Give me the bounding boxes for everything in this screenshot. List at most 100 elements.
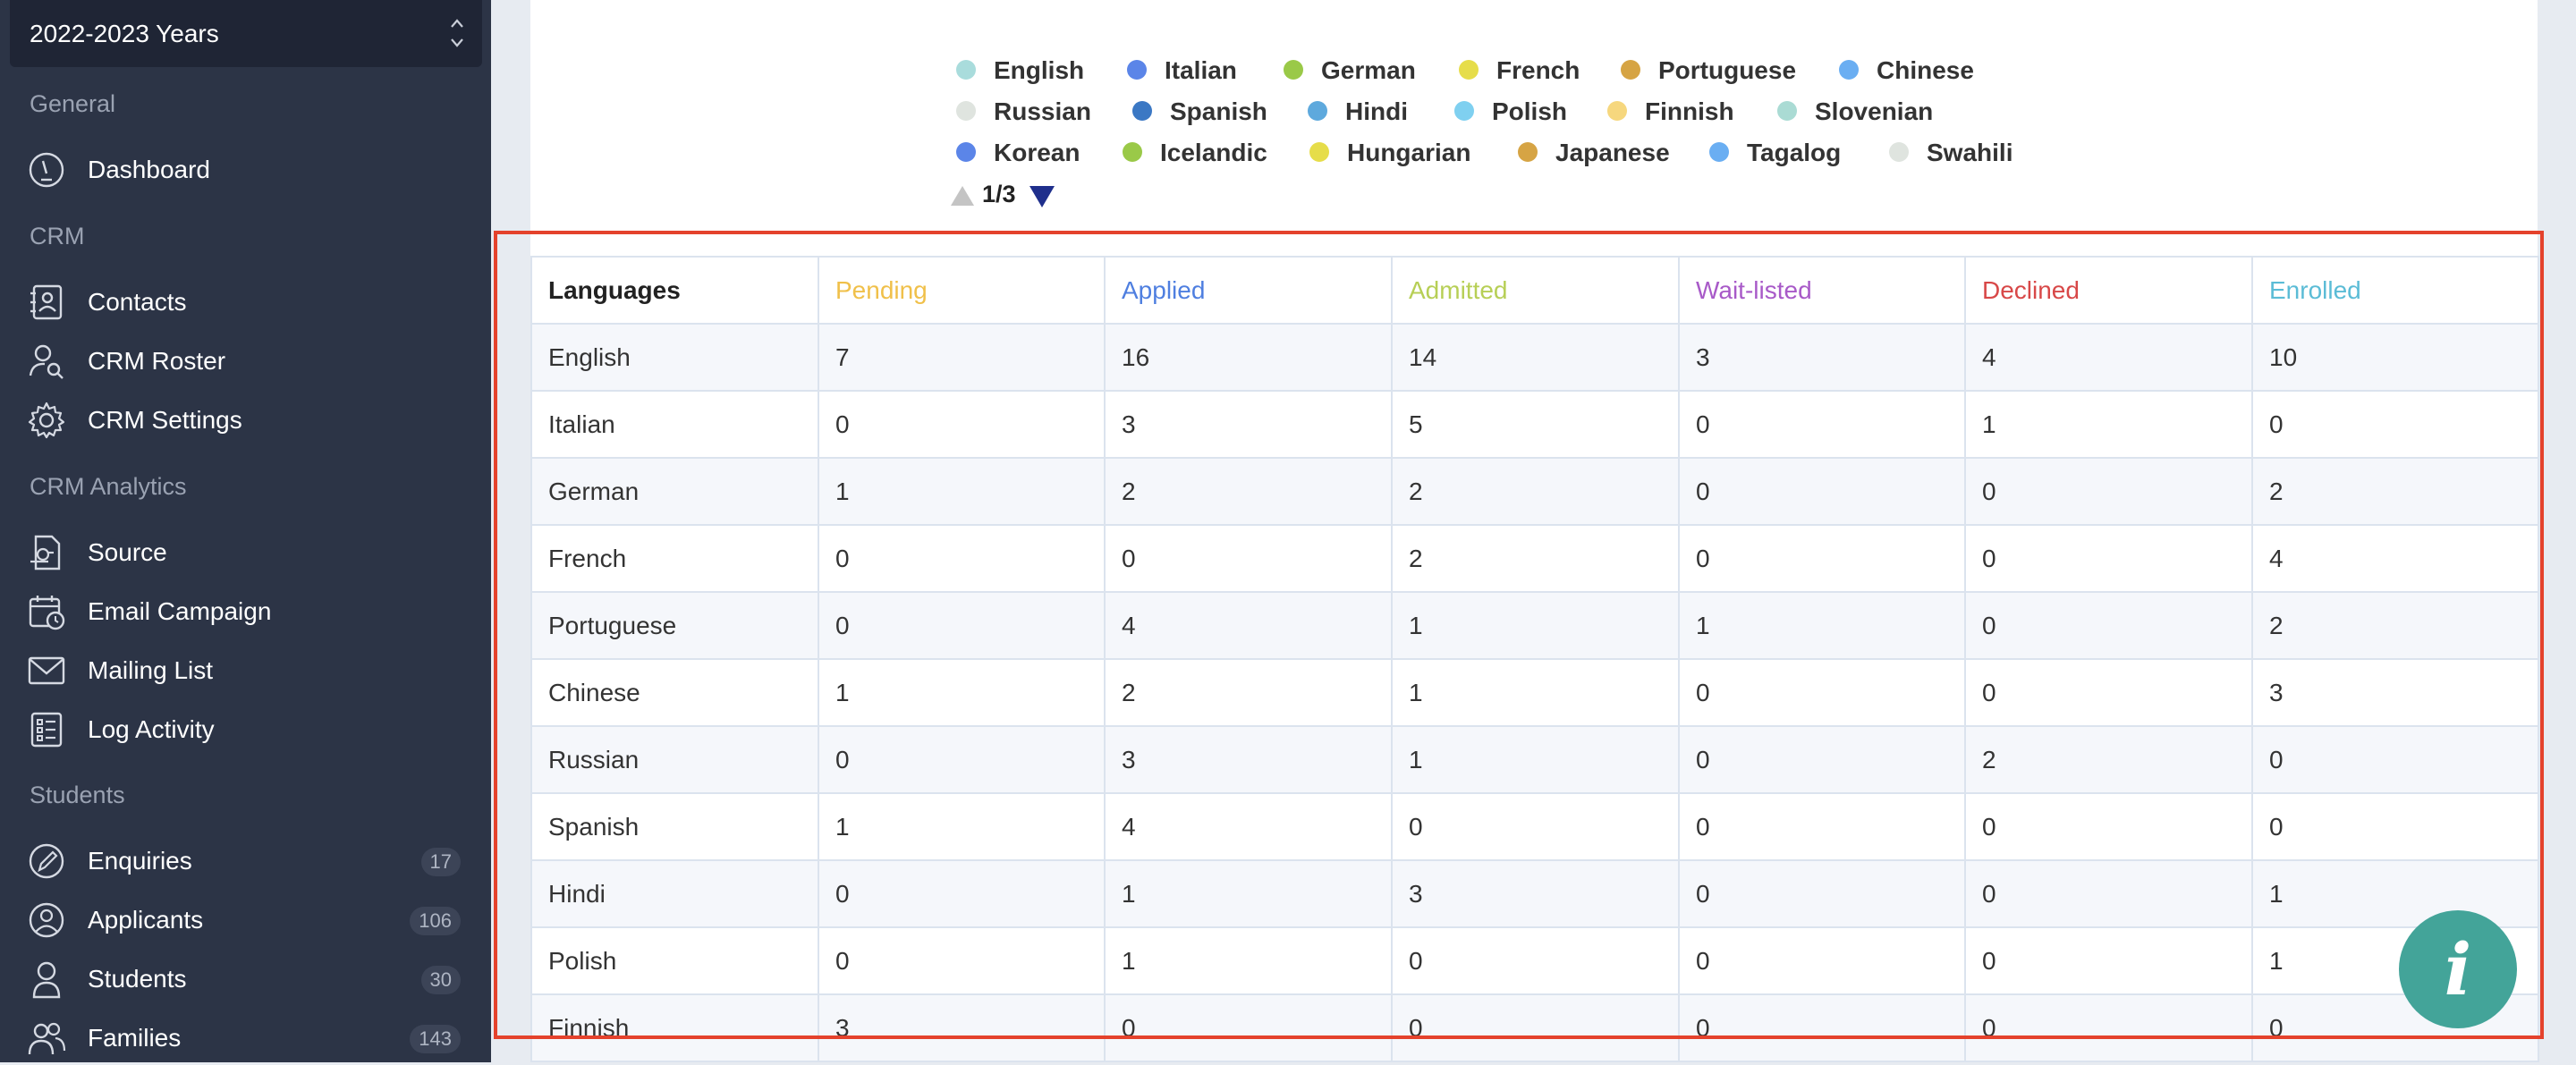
- sidebar-item-dashboard[interactable]: Dashboard: [0, 143, 491, 197]
- language-cell: Spanish: [530, 792, 819, 861]
- column-header-languages[interactable]: Languages: [530, 256, 819, 325]
- column-header-wait-listed[interactable]: Wait-listed: [1678, 256, 1966, 325]
- count-cell: 0: [1678, 926, 1966, 995]
- count-cell: 3: [1678, 323, 1966, 392]
- sidebar-item-mailing-list[interactable]: Mailing List: [0, 644, 491, 697]
- count-cell: 3: [2251, 658, 2539, 727]
- calendar-clock-icon: [29, 596, 65, 630]
- sidebar-item-contacts[interactable]: Contacts: [0, 275, 491, 329]
- info-button[interactable]: i: [2399, 910, 2517, 1028]
- legend-page-indicator: 1/3: [982, 181, 1016, 207]
- count-cell: 0: [1678, 390, 1966, 459]
- count-cell: 1: [1391, 725, 1680, 794]
- legend-dot: [1284, 60, 1303, 80]
- page-up-arrow-icon[interactable]: [951, 186, 974, 206]
- sidebar-item-label: Dashboard: [88, 156, 210, 183]
- count-cell: 0: [1964, 591, 2253, 660]
- language-cell: Polish: [530, 926, 819, 995]
- count-cell: 0: [818, 390, 1106, 459]
- legend-label: German: [1321, 56, 1416, 84]
- legend-dot: [1459, 60, 1479, 80]
- column-header-applied[interactable]: Applied: [1104, 256, 1393, 325]
- sidebar-item-label: Contacts: [88, 288, 187, 316]
- column-header-declined[interactable]: Declined: [1964, 256, 2253, 325]
- sidebar: 2022-2023 Years General Dashboard CRM Co…: [0, 0, 491, 1062]
- sidebar-item-source[interactable]: Source: [0, 526, 491, 579]
- sidebar-item-email-campaign[interactable]: Email Campaign: [0, 585, 491, 638]
- count-cell: 1: [1391, 658, 1680, 727]
- language-cell: Chinese: [530, 658, 819, 727]
- count-cell: 3: [818, 993, 1106, 1062]
- sidebar-item-students[interactable]: Students 30: [0, 952, 491, 1006]
- table-row: Chinese 1 2 1 0 0 3: [530, 658, 2539, 727]
- count-badge: 143: [410, 1025, 461, 1053]
- count-cell: 0: [1964, 457, 2253, 526]
- sidebar-item-applicants[interactable]: Applicants 106: [0, 893, 491, 947]
- count-cell: 10: [2251, 323, 2539, 392]
- section-title-students: Students: [30, 782, 125, 808]
- count-cell: 14: [1391, 323, 1680, 392]
- legend-label: Finnish: [1645, 97, 1734, 125]
- legend-dot: [1607, 101, 1627, 121]
- count-cell: 1: [2251, 859, 2539, 928]
- language-cell: German: [530, 457, 819, 526]
- count-cell: 1: [1104, 926, 1393, 995]
- gear-icon: [28, 401, 65, 439]
- legend-label: Hungarian: [1347, 139, 1471, 166]
- count-cell: 0: [1678, 658, 1966, 727]
- count-cell: 7: [818, 323, 1106, 392]
- year-select[interactable]: 2022-2023 Years: [10, 0, 482, 67]
- count-cell: 4: [1964, 323, 2253, 392]
- page-down-arrow-icon[interactable]: [1030, 186, 1055, 207]
- count-cell: 3: [1104, 390, 1393, 459]
- count-cell: 0: [1104, 524, 1393, 593]
- count-cell: 1: [818, 457, 1106, 526]
- legend-dot: [1127, 60, 1147, 80]
- users-icon: [28, 1022, 66, 1055]
- count-cell: 16: [1104, 323, 1393, 392]
- envelope-icon: [28, 656, 65, 685]
- legend-label: Tagalog: [1747, 139, 1842, 166]
- user-icon: [32, 961, 61, 999]
- count-cell: 2: [2251, 591, 2539, 660]
- sidebar-item-crm-settings[interactable]: CRM Settings: [0, 393, 491, 447]
- sidebar-item-label: Log Activity: [88, 715, 215, 743]
- column-header-pending[interactable]: Pending: [818, 256, 1106, 325]
- count-cell: 5: [1391, 390, 1680, 459]
- sidebar-item-log-activity[interactable]: Log Activity: [0, 703, 491, 756]
- legend-dot: [1839, 60, 1859, 80]
- legend-dot: [956, 142, 976, 162]
- count-cell: 1: [1104, 859, 1393, 928]
- legend-dot: [1123, 142, 1142, 162]
- count-cell: 0: [1104, 993, 1393, 1062]
- dashboard-gauge-icon: [29, 152, 64, 188]
- sidebar-item-label: Students: [88, 965, 187, 993]
- legend-label: English: [994, 56, 1085, 84]
- sidebar-item-crm-roster[interactable]: CRM Roster: [0, 334, 491, 388]
- year-select-value: 2022-2023 Years: [30, 20, 219, 47]
- legend-dot: [956, 101, 976, 121]
- count-cell: 0: [2251, 390, 2539, 459]
- count-cell: 0: [1391, 926, 1680, 995]
- sidebar-item-label: Email Campaign: [88, 597, 272, 625]
- table-row: Spanish 1 4 0 0 0 0: [530, 792, 2539, 861]
- legend-label: Hindi: [1345, 97, 1408, 125]
- column-header-admitted[interactable]: Admitted: [1391, 256, 1680, 325]
- count-cell: 0: [818, 725, 1106, 794]
- count-cell: 2: [1104, 457, 1393, 526]
- count-cell: 2: [1391, 457, 1680, 526]
- count-cell: 3: [1391, 859, 1680, 928]
- sidebar-item-label: Mailing List: [88, 656, 214, 684]
- count-cell: 0: [2251, 725, 2539, 794]
- count-cell: 0: [818, 859, 1106, 928]
- table-row: English 7 16 14 3 4 10: [530, 323, 2539, 392]
- count-cell: 2: [1104, 658, 1393, 727]
- contacts-book-icon: [30, 284, 63, 320]
- count-cell: 2: [1964, 725, 2253, 794]
- legend-dot: [1889, 142, 1909, 162]
- sidebar-item-families[interactable]: Families 143: [0, 1011, 491, 1065]
- column-header-enrolled[interactable]: Enrolled: [2251, 256, 2539, 325]
- count-badge: 30: [420, 966, 461, 994]
- user-circle-icon: [29, 902, 64, 938]
- sidebar-item-enquiries[interactable]: Enquiries 17: [0, 834, 491, 888]
